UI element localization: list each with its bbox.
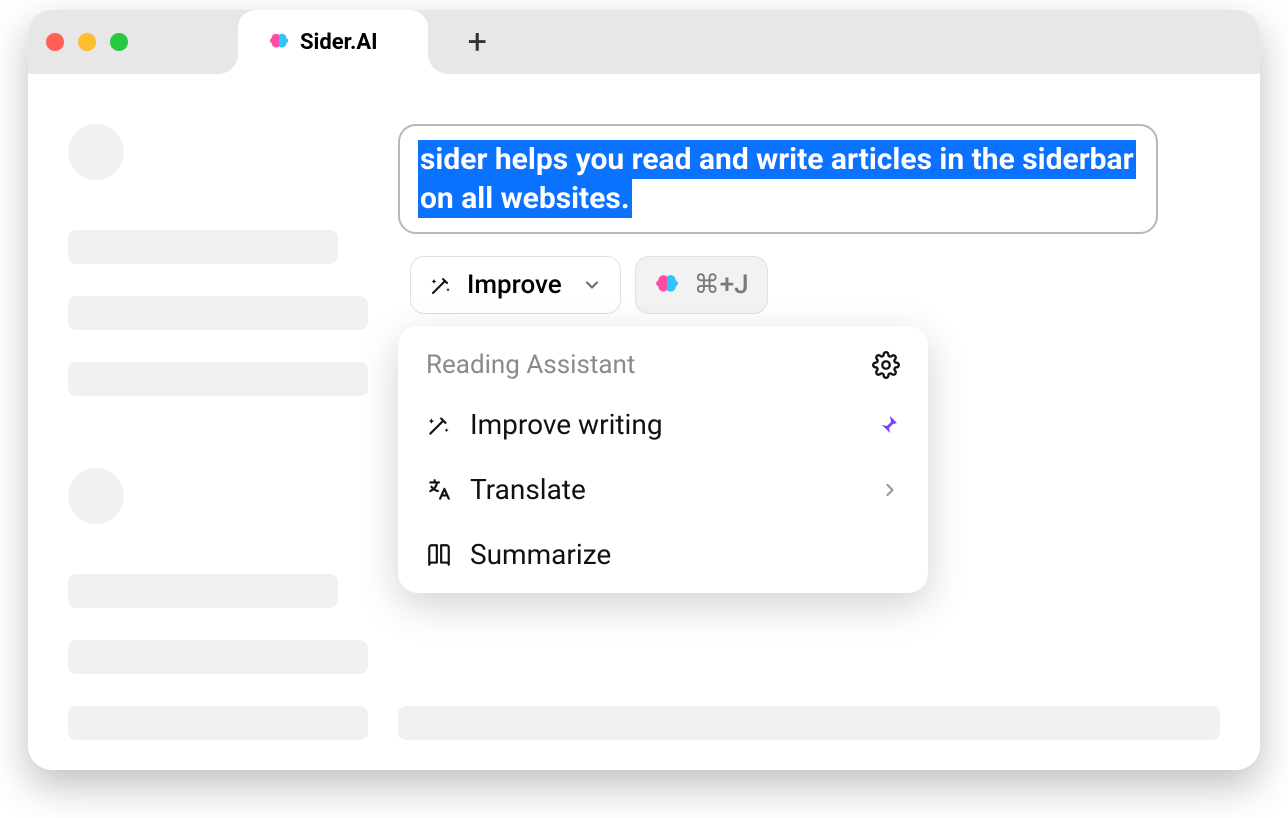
- shortcut-label: ⌘+J: [694, 270, 749, 300]
- titlebar: Sider.AI +: [28, 10, 1260, 74]
- menu-item-label: Translate: [470, 473, 586, 506]
- menu-item-improve-writing[interactable]: Improve writing: [414, 392, 912, 457]
- skeleton-line: [68, 230, 338, 264]
- skeleton-line: [398, 706, 1220, 740]
- article-main: sider helps you read and write articles …: [398, 124, 1220, 770]
- minimize-window-button[interactable]: [78, 33, 96, 51]
- new-tab-button[interactable]: +: [468, 22, 487, 62]
- pin-icon[interactable]: [876, 413, 900, 437]
- chevron-right-icon: [880, 480, 900, 500]
- sider-logo-icon: [268, 31, 290, 53]
- menu-item-label: Summarize: [470, 538, 611, 571]
- menu-header: Reading Assistant: [414, 350, 912, 392]
- selected-text-box[interactable]: sider helps you read and write articles …: [398, 124, 1158, 234]
- wand-icon: [426, 412, 452, 438]
- menu-item-label: Improve writing: [470, 408, 663, 441]
- close-window-button[interactable]: [46, 33, 64, 51]
- menu-title: Reading Assistant: [426, 350, 635, 380]
- avatar-placeholder: [68, 468, 124, 524]
- wand-icon: [429, 273, 453, 297]
- translate-icon: [426, 477, 452, 503]
- chevron-down-icon: [582, 275, 602, 295]
- app-window: Sider.AI + sider helps you read and writ…: [28, 10, 1260, 770]
- page-content: sider helps you read and write articles …: [28, 74, 1260, 770]
- skeleton-line: [68, 706, 368, 740]
- avatar-placeholder: [68, 124, 124, 180]
- window-controls: [46, 33, 128, 51]
- inline-toolbar: Improve ⌘+J: [410, 256, 1220, 314]
- sider-logo-icon: [654, 272, 680, 298]
- selection-highlight: sider helps you read and write articles …: [418, 140, 1136, 218]
- browser-tab[interactable]: Sider.AI: [238, 10, 428, 74]
- selected-text: sider helps you read and write articles …: [418, 140, 1138, 218]
- skeleton-line: [68, 574, 338, 608]
- improve-button[interactable]: Improve: [410, 256, 621, 314]
- skeleton-line: [68, 362, 368, 396]
- tab-title: Sider.AI: [300, 30, 378, 55]
- gear-icon[interactable]: [872, 351, 900, 379]
- menu-item-translate[interactable]: Translate: [414, 457, 912, 522]
- book-icon: [426, 542, 452, 568]
- menu-item-summarize[interactable]: Summarize: [414, 522, 912, 587]
- improve-button-label: Improve: [467, 270, 562, 300]
- skeleton-line: [68, 296, 368, 330]
- reading-assistant-menu: Reading Assistant: [398, 326, 928, 593]
- article-sidebar: [68, 124, 368, 770]
- open-sider-button[interactable]: ⌘+J: [635, 256, 768, 314]
- skeleton-line: [68, 640, 368, 674]
- maximize-window-button[interactable]: [110, 33, 128, 51]
